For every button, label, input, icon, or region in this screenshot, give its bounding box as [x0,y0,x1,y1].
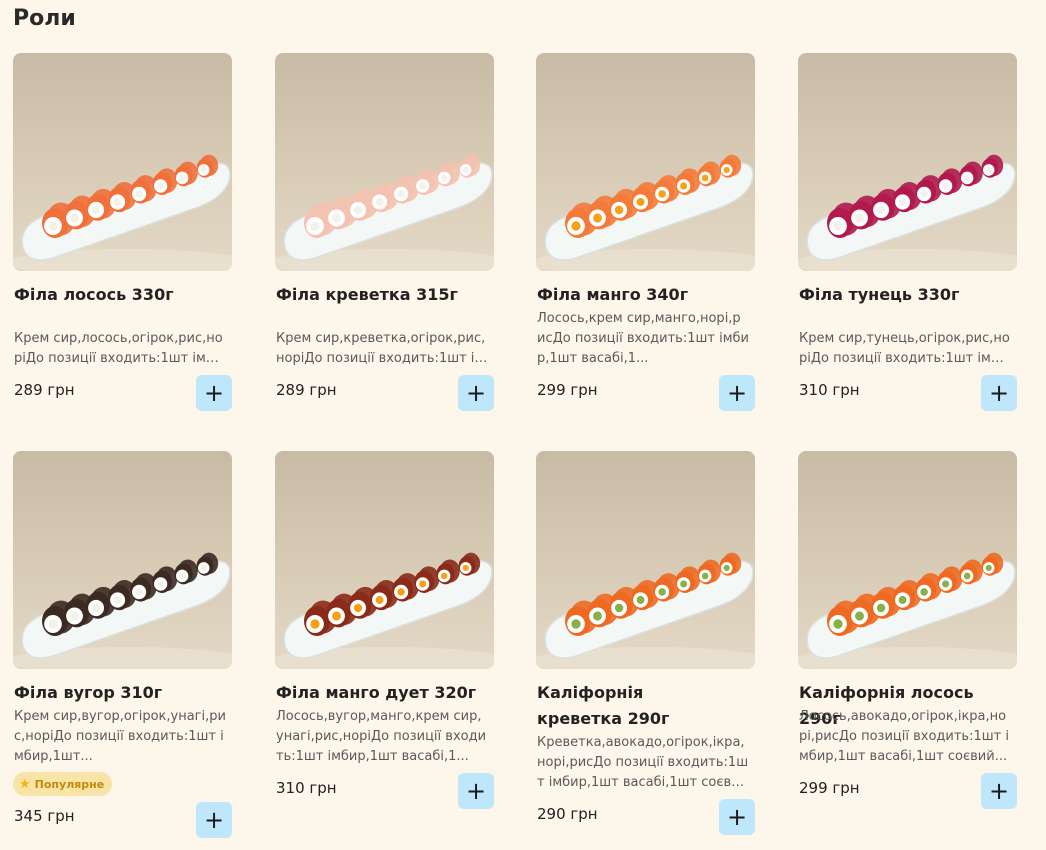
product-card[interactable]: Філа тунець 330г Крем сир,тунець,огірок,… [798,53,1017,411]
product-price: 310 грн [799,381,860,399]
product-card[interactable]: Каліфорнія лосось 290г Лосось,авокадо,ог… [798,451,1017,809]
product-price: 299 грн [537,381,598,399]
product-description: Лосось,вугор,манго,крем сир,унагі,рис,но… [276,709,487,764]
sushi-plate-illustration [13,552,232,669]
product-card[interactable]: Філа манго дует 320г Лосось,вугор,манго,… [275,451,494,809]
add-to-cart-button[interactable]: + [196,802,232,838]
product-photo[interactable] [275,451,494,669]
product-description: Лосось,крем сир,манго,норі,рисДо позиції… [537,311,749,366]
add-to-cart-button[interactable]: + [981,375,1017,411]
sushi-plate-illustration [536,154,755,271]
product-card[interactable]: Філа лосось 330г Крем сир,лосось,огірок,… [13,53,232,411]
product-name[interactable]: Філа вугор 310г [14,680,228,706]
product-description: Крем сир,лосось,огірок,рис,норіДо позиці… [14,331,223,366]
product-card[interactable]: Філа креветка 315г Крем сир,креветка,огі… [275,53,494,411]
section-title: Роли [13,6,76,31]
product-description: Крем сир,вугор,огірок,унагі,рис,норіДо п… [14,709,226,764]
sushi-plate-illustration [798,552,1017,669]
badge-label: Популярне [34,777,105,791]
product-price: 299 грн [799,779,860,797]
product-card[interactable]: Філа манго 340г Лосось,крем сир,манго,но… [536,53,755,411]
star-icon: ★ [19,776,31,792]
product-price: 345 грн [14,807,75,825]
product-price: 289 грн [14,381,75,399]
add-to-cart-button[interactable]: + [719,799,755,835]
product-photo[interactable] [13,451,232,669]
product-name[interactable]: Філа манго дует 320г [276,680,490,706]
product-description: Крем сир,креветка,огірок,рис,норіДо пози… [276,331,486,366]
popular-badge: ★ Популярне [13,772,113,796]
sushi-plate-illustration [275,552,494,669]
product-name[interactable]: Філа манго 340г [537,282,751,308]
product-photo[interactable] [536,451,755,669]
product-name[interactable]: Філа лосось 330г [14,282,228,308]
add-to-cart-button[interactable]: + [981,773,1017,809]
add-to-cart-button[interactable]: + [458,773,494,809]
product-photo[interactable] [536,53,755,271]
sushi-plate-illustration [275,154,494,271]
sushi-plate-illustration [798,154,1017,271]
add-to-cart-button[interactable]: + [719,375,755,411]
product-card[interactable]: Філа вугор 310г Крем сир,вугор,огірок,ун… [13,451,232,838]
product-photo[interactable] [13,53,232,271]
product-card[interactable]: Каліфорнія креветка 290г Креветка,авокад… [536,451,755,835]
add-to-cart-button[interactable]: + [196,375,232,411]
product-photo[interactable] [275,53,494,271]
add-to-cart-button[interactable]: + [458,375,494,411]
product-photo[interactable] [798,53,1017,271]
product-description: Креветка,авокадо,огірок,ікра,норі,рисДо … [537,735,749,790]
sushi-plate-illustration [536,552,755,669]
sushi-plate-illustration [13,154,232,271]
product-name[interactable]: Каліфорнія креветка 290г [537,680,727,732]
product-price: 310 грн [276,779,337,797]
product-description: Крем сир,тунець,огірок,рис,норіДо позиці… [799,331,1010,366]
product-name[interactable]: Філа креветка 315г [276,282,490,308]
product-price: 289 грн [276,381,337,399]
product-photo[interactable] [798,451,1017,669]
product-price: 290 грн [537,805,598,823]
product-name[interactable]: Філа тунець 330г [799,282,1013,308]
product-description: Лосось,авокадо,огірок,ікра,норі,рисДо по… [799,709,1009,764]
